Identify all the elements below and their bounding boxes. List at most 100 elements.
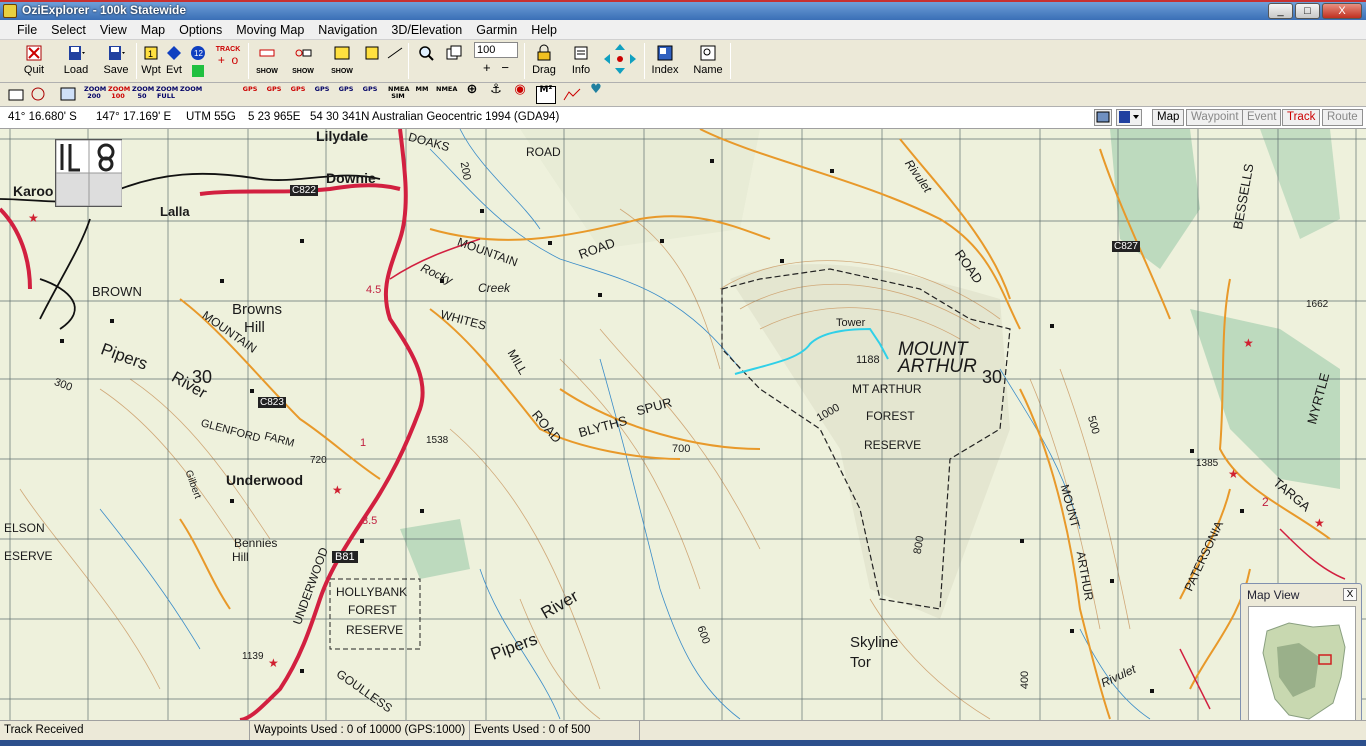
svg-text:★: ★ (28, 211, 39, 225)
show-waypoints-button[interactable]: SHOW (328, 42, 356, 80)
menu-help[interactable]: Help (524, 23, 564, 37)
name-search-button[interactable]: Name (690, 42, 726, 80)
label-icon (365, 46, 379, 60)
status-waypoints: Waypoints Used : 0 of 10000 (GPS:1000) (250, 721, 470, 740)
save-dropdown-icon[interactable] (1116, 109, 1142, 126)
menu-options[interactable]: Options (172, 23, 229, 37)
zoom-in-icon[interactable]: + (483, 60, 491, 75)
zoom-50-button[interactable]: ZOOM 50 (132, 86, 154, 104)
label-tower: Tower (836, 317, 866, 329)
gps-button-2[interactable]: GPS (264, 86, 284, 104)
label-skyline-tor: Tor (850, 654, 871, 671)
menu-3d-elevation[interactable]: 3D/Elevation (384, 23, 469, 37)
name-tool-button[interactable] (360, 42, 384, 80)
tab-event[interactable]: Event (1242, 109, 1282, 126)
gps-button-4[interactable]: GPS (312, 86, 332, 104)
label-mt-arthur-forest: FOREST (866, 409, 915, 423)
app-icon (3, 4, 17, 18)
show-route-button[interactable]: SHOW (288, 42, 318, 80)
menu-navigation[interactable]: Navigation (311, 23, 384, 37)
info-button[interactable]: Info (566, 42, 596, 80)
maximize-button[interactable]: □ (1295, 3, 1320, 19)
tab-waypoint[interactable]: Waypoint (1186, 109, 1244, 126)
map-canvas[interactable]: ★ ★ ★ ★ ★ ★ Lilydale Downie Karoo Lalla BRO (0, 129, 1366, 720)
nmea-sim-button[interactable]: NMEA SIM (388, 86, 409, 104)
menu-select[interactable]: Select (44, 23, 93, 37)
svg-text:1: 1 (148, 49, 153, 59)
index-button[interactable]: Index (648, 42, 682, 80)
tab-map[interactable]: Map (1152, 109, 1185, 126)
show-track-button[interactable]: SHOW (252, 42, 282, 80)
svg-text:★: ★ (1228, 467, 1239, 481)
label-4-5: 4.5 (366, 284, 382, 296)
crosshair-icon[interactable]: ⊕ (462, 83, 482, 104)
gps-button-1[interactable]: GPS (240, 86, 260, 104)
close-button[interactable]: X (1322, 3, 1362, 19)
zoom-custom-button[interactable]: ZOOM (180, 86, 202, 104)
quit-button[interactable]: Quit (18, 42, 50, 80)
status-message: Track Received (0, 721, 250, 740)
lifebuoy-icon[interactable]: ◉ (510, 83, 530, 104)
menu-map[interactable]: Map (134, 23, 172, 37)
tab-track[interactable]: Track (1282, 109, 1321, 126)
gps-button-3[interactable]: GPS (288, 86, 308, 104)
menu-garmin[interactable]: Garmin (469, 23, 524, 37)
overview-map (1262, 622, 1346, 720)
gps-button-6[interactable]: GPS (360, 86, 380, 104)
label-1: 1 (360, 437, 367, 449)
zoom-out-icon[interactable]: − (501, 60, 509, 75)
balloon-icon[interactable]: ♥ (586, 83, 606, 104)
label-lilydale: Lilydale (316, 129, 369, 144)
minimize-button[interactable]: _ (1268, 3, 1293, 19)
main-toolbar: Quit Load Save 1 Wpt Evt 12 TRACK + o SH… (0, 40, 1366, 83)
northing-readout: 54 30 341N (310, 111, 370, 123)
drag-button[interactable]: Drag (528, 42, 560, 80)
event-button[interactable]: Evt (164, 42, 184, 80)
waypoint-button[interactable]: 1 Wpt (140, 42, 162, 80)
map-view-overview[interactable] (1248, 606, 1356, 720)
label-b81: B81 (332, 551, 358, 563)
gps-button-5[interactable]: GPS (336, 86, 356, 104)
load-button[interactable]: Load (58, 42, 94, 80)
label-lalla: Lalla (160, 204, 190, 219)
area-button[interactable]: M² (536, 86, 556, 104)
map-tool-3-icon[interactable] (58, 86, 78, 104)
profile-graph-icon[interactable] (562, 86, 582, 104)
zoom-full-button[interactable]: ZOOM FULL (156, 86, 178, 104)
label-doaks-road: ROAD (526, 145, 561, 159)
zoom-select[interactable]: 100 (474, 42, 518, 58)
map-tool-2-icon[interactable] (28, 86, 48, 104)
index-icon (657, 45, 673, 61)
move-arrows[interactable] (600, 42, 640, 80)
find-button[interactable] (414, 42, 438, 80)
line-tool-button[interactable] (386, 42, 404, 80)
map-image-icon[interactable] (1094, 109, 1112, 126)
anchor-icon[interactable]: ⚓ (486, 83, 506, 104)
map-view-close-button[interactable]: X (1343, 588, 1357, 601)
save-button[interactable]: Save (98, 42, 134, 80)
utm-zone: UTM 55G (186, 111, 236, 123)
menu-file[interactable]: File (10, 23, 44, 37)
label-grid-30-east: 30 (982, 367, 1003, 387)
map-tool-1-icon[interactable] (6, 86, 26, 104)
map-view-title: Map View (1247, 588, 1300, 602)
label-mount-arthur-2: ARTHUR (898, 356, 977, 377)
label-1188: 1188 (856, 354, 880, 366)
label-bennies-hill: Hill (232, 550, 249, 564)
zoom-200-button[interactable]: ZOOM 200 (84, 86, 106, 104)
windows-button[interactable] (442, 42, 466, 80)
menu-moving-map[interactable]: Moving Map (229, 23, 311, 37)
zoom-preview-box (55, 139, 122, 207)
zoom-100-button[interactable]: ZOOM 100 (108, 86, 130, 104)
menu-view[interactable]: View (93, 23, 134, 37)
label-720: 720 (310, 455, 327, 466)
label-browns-hill: Hill (244, 319, 265, 336)
nmea-button[interactable]: NMEA (436, 86, 457, 104)
moving-map-button[interactable]: MM (412, 86, 432, 104)
track-button[interactable]: TRACK + o (214, 42, 242, 80)
tab-route[interactable]: Route (1322, 109, 1363, 126)
map-view-window[interactable]: Map View X (1240, 583, 1362, 720)
label-3-5: 3.5 (362, 515, 378, 527)
gps-waypoint-button[interactable]: 12 (188, 42, 208, 80)
plus-minus-icon: + o (217, 53, 239, 67)
